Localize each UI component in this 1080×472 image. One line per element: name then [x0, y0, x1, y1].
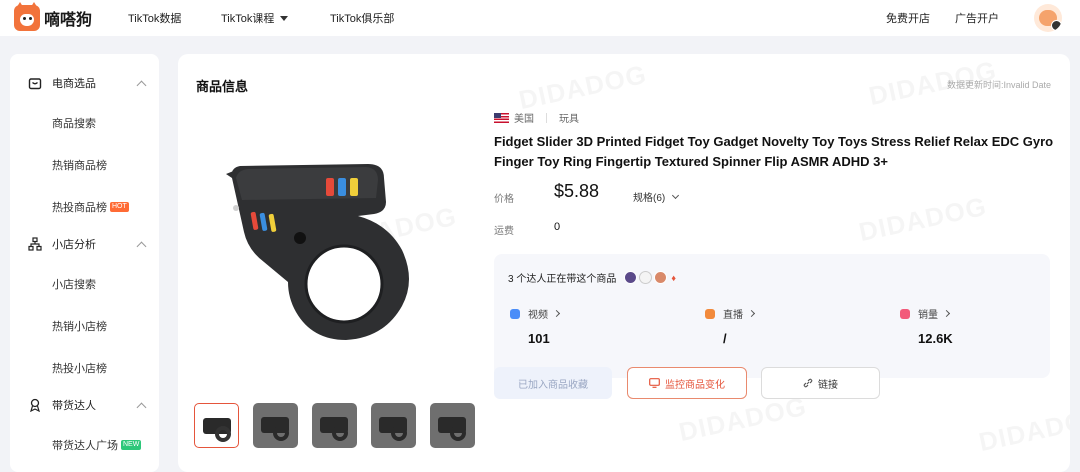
creator-avatar[interactable] — [639, 271, 653, 284]
free-store-link[interactable]: 免费开店 — [886, 10, 930, 26]
price-value: $5.88 — [554, 181, 600, 201]
product-meta: 美国 玩具 — [494, 110, 579, 125]
top-header: 嘀嗒狗 TikTok数据 TikTok课程 TikTok俱乐部 免费开店 广告开… — [0, 0, 1080, 36]
link-icon — [803, 378, 813, 388]
sidebar-section-store-analysis[interactable]: 小店分析 — [10, 229, 159, 259]
price-label: 价格 — [494, 194, 514, 205]
influencer-icon — [30, 398, 40, 412]
stat-sales[interactable]: 销量 12.6K — [900, 306, 953, 346]
sidebar-item-product-search[interactable]: 商品搜索 — [52, 115, 96, 131]
watermark: DIDADOG — [856, 191, 989, 248]
nav-tiktok-club[interactable]: TikTok俱乐部 — [330, 10, 394, 26]
thumbnail-1[interactable] — [194, 403, 239, 448]
thumbnail-2[interactable] — [253, 403, 298, 448]
sidebar-item-hot-products[interactable]: 热销商品榜 — [52, 157, 107, 173]
sidebar: 电商选品 商品搜索 热销商品榜 热投商品榜 HOT 小店分析 小店搜索 热销小店榜… — [10, 54, 159, 472]
thumbnail-5[interactable] — [430, 403, 475, 448]
thumbnail-3[interactable] — [312, 403, 357, 448]
thumbnail-4[interactable] — [371, 403, 416, 448]
product-image[interactable] — [218, 154, 448, 364]
chevron-up-icon — [136, 402, 147, 412]
nav-tiktok-courses[interactable]: TikTok课程 — [221, 10, 289, 26]
ad-account-link[interactable]: 广告开户 — [955, 10, 999, 26]
new-badge: NEW — [121, 440, 142, 450]
shopping-bag-icon — [28, 78, 42, 90]
page-title: 商品信息 — [196, 79, 249, 94]
user-avatar[interactable] — [1034, 4, 1062, 32]
sidebar-item-hot-ad-products[interactable]: 热投商品榜 HOT — [52, 199, 129, 215]
watermark: DIDADOG — [516, 59, 649, 116]
meta-divider — [546, 112, 547, 123]
caret-down-icon — [280, 15, 289, 21]
shipping-label: 运费 — [494, 226, 514, 237]
network-icon — [28, 237, 42, 251]
chevron-up-icon — [136, 241, 147, 251]
dog-logo-icon — [14, 2, 40, 31]
category-label: 玩具 — [559, 114, 579, 125]
chevron-up-icon — [136, 80, 147, 90]
watermark: DIDADOG — [976, 401, 1070, 458]
thumbnail-strip — [194, 403, 489, 448]
sidebar-item-hot-stores[interactable]: 热销小店榜 — [52, 318, 107, 334]
sales-icon — [900, 308, 910, 319]
video-icon — [510, 308, 520, 319]
sidebar-item-store-search[interactable]: 小店搜索 — [52, 276, 96, 292]
logo[interactable]: 嘀嗒狗 — [14, 2, 93, 31]
creator-avatar[interactable] — [654, 271, 668, 284]
link-button[interactable]: 链接 — [761, 367, 880, 399]
monitor-changes-button[interactable]: 监控商品变化 — [627, 367, 747, 399]
sidebar-section-influencers[interactable]: 带货达人 — [10, 390, 159, 420]
avatar-badge-icon — [1051, 20, 1062, 31]
us-flag-icon — [494, 112, 509, 123]
monitor-icon — [649, 378, 660, 388]
chevron-right-icon — [552, 309, 561, 318]
favorited-button[interactable]: 已加入商品收藏 — [494, 367, 612, 399]
product-title: Fidget Slider 3D Printed Fidget Toy Gadg… — [494, 134, 1054, 169]
nav-tiktok-data[interactable]: TikTok数据 — [128, 10, 181, 26]
shipping-value: 0 — [554, 221, 561, 233]
update-time: 数据更新时间:Invalid Date — [946, 80, 1051, 90]
promoters-row[interactable]: 3 个达人正在带这个商品 ♦ — [508, 270, 676, 285]
stat-videos[interactable]: 视频 101 — [510, 306, 561, 346]
hot-badge: HOT — [110, 202, 129, 212]
sidebar-item-influencer-plaza[interactable]: 带货达人广场 NEW — [52, 437, 142, 453]
logo-text: 嘀嗒狗 — [44, 12, 93, 29]
stats-panel: 3 个达人正在带这个商品 ♦ 视频 101 直播 / 销量 12.6K — [494, 254, 1050, 378]
chevron-right-icon — [942, 309, 951, 318]
sidebar-item-hot-ad-stores[interactable]: 热投小店榜 — [52, 360, 107, 376]
product-info-card: DIDADOG DIDADOG DIDADOG DIDADOG DIDADOG … — [178, 54, 1070, 472]
sidebar-section-ecommerce[interactable]: 电商选品 — [10, 68, 159, 98]
stat-live[interactable]: 直播 / — [705, 306, 756, 346]
chevron-right-icon — [747, 309, 756, 318]
more-creators-icon[interactable]: ♦ — [671, 273, 676, 283]
creator-avatar[interactable] — [624, 271, 638, 284]
spec-dropdown[interactable]: 规格(6) — [633, 189, 680, 204]
chevron-down-icon — [672, 191, 680, 199]
watermark: DIDADOG — [676, 391, 809, 448]
country-label: 美国 — [514, 114, 534, 125]
live-icon — [705, 308, 715, 319]
